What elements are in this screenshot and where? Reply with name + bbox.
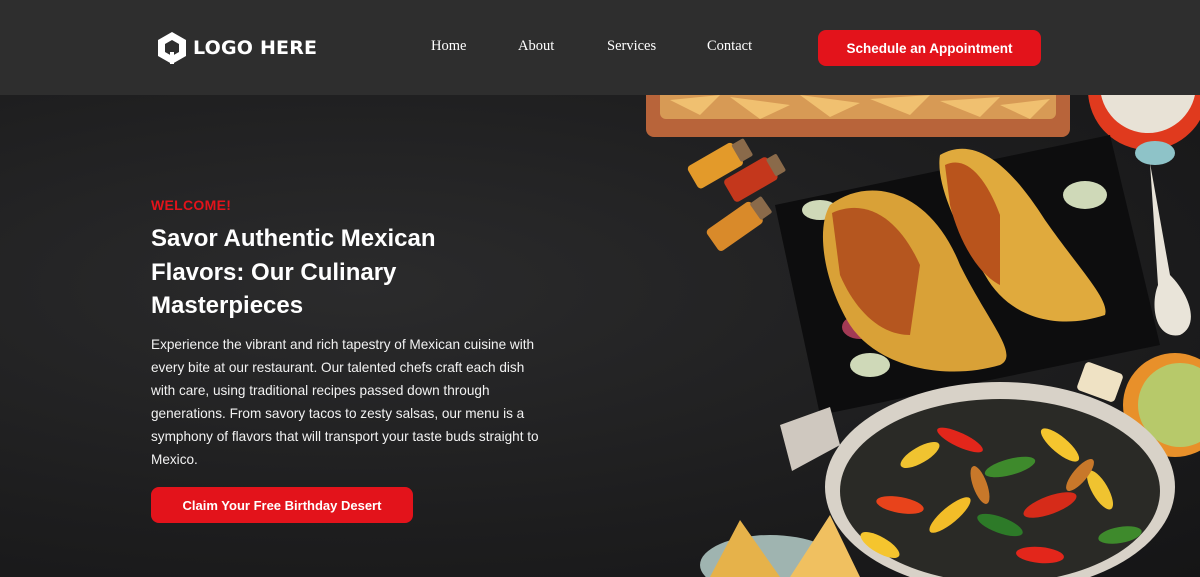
nav-services-link[interactable]: Services <box>607 38 656 55</box>
claim-birthday-dessert-button[interactable]: Claim Your Free Birthday Desert <box>151 487 413 523</box>
schedule-appointment-button[interactable]: Schedule an Appointment <box>818 30 1041 66</box>
nav-about-link[interactable]: About <box>518 38 554 55</box>
logo[interactable]: LOGO HERE <box>155 30 317 66</box>
site-header: LOGO HERE Home About Services Contact Sc… <box>0 0 1200 95</box>
hero-title: Savor Authentic Mexican Flavors: Our Cul… <box>151 225 436 319</box>
logo-text: LOGO HERE <box>193 37 318 59</box>
nav-home-link[interactable]: Home <box>431 38 466 55</box>
hero-section: WELCOME! Savor Authentic Mexican Flavors… <box>0 95 1200 577</box>
nav-contact-link[interactable]: Contact <box>707 38 752 55</box>
welcome-eyebrow: WELCOME! <box>151 197 232 213</box>
hero-description: Experience the vibrant and rich tapestry… <box>151 337 539 467</box>
hexagon-logo-icon <box>158 32 186 64</box>
